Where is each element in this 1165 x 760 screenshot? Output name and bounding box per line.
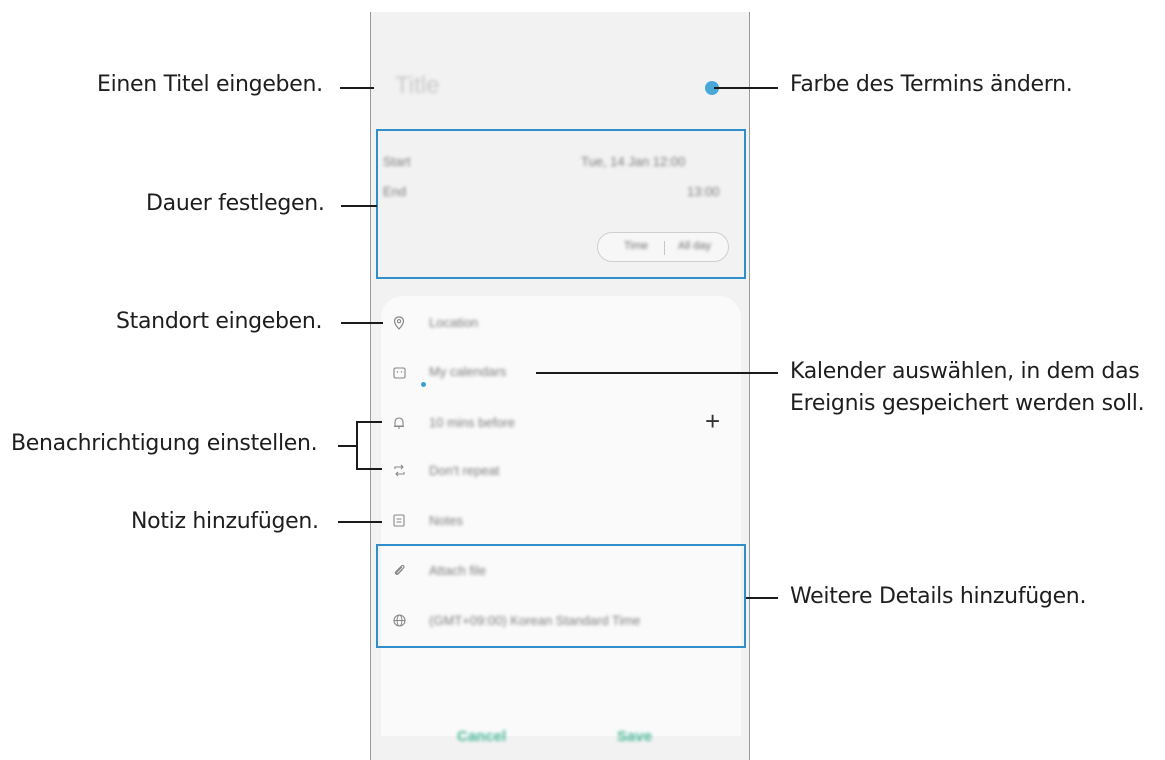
notes-input[interactable]: Notes — [429, 513, 463, 528]
plus-icon[interactable]: + — [705, 408, 720, 434]
leader-location — [341, 322, 383, 324]
location-input[interactable]: Location — [429, 315, 478, 330]
callout-duration: Dauer festlegen. — [146, 191, 325, 216]
leader-note — [338, 521, 382, 523]
callout-color: Farbe des Termins ändern. — [790, 72, 1073, 97]
map-pin-icon — [393, 316, 405, 332]
leader-title — [340, 87, 374, 89]
notes-icon — [393, 514, 405, 529]
leader-notification-bottom — [356, 468, 382, 470]
bell-icon — [393, 416, 405, 432]
calendar-select[interactable]: My calendars — [429, 364, 506, 379]
calendar-color-dot — [421, 382, 426, 387]
duration-highlight — [376, 129, 746, 279]
title-input[interactable]: Title — [395, 72, 439, 100]
repeat-icon — [393, 464, 406, 479]
leader-notification-top — [356, 421, 382, 423]
save-button[interactable]: Save — [617, 728, 652, 745]
callout-details: Weitere Details hinzufügen. — [790, 584, 1087, 609]
leader-notification-bracket — [356, 421, 358, 470]
cancel-button[interactable]: Cancel — [457, 728, 506, 745]
leader-color — [714, 87, 778, 89]
leader-calendar — [536, 372, 778, 374]
callout-calendar-line2: Ereignis gespeichert werden soll. — [790, 391, 1145, 416]
callout-location: Standort eingeben. — [116, 309, 323, 334]
leader-notification — [338, 445, 358, 447]
repeat-select[interactable]: Don't repeat — [429, 463, 499, 478]
calendar-icon — [393, 366, 406, 381]
leader-details — [746, 597, 778, 599]
callout-calendar-line1: Kalender auswählen, in dem das — [790, 359, 1140, 384]
callout-notification: Benachrichtigung einstellen. — [11, 431, 318, 456]
callout-title: Einen Titel eingeben. — [97, 72, 323, 97]
reminder-select[interactable]: 10 mins before — [429, 415, 515, 430]
details-highlight — [376, 544, 746, 648]
callout-note: Notiz hinzufügen. — [131, 509, 319, 534]
leader-duration — [341, 205, 377, 207]
